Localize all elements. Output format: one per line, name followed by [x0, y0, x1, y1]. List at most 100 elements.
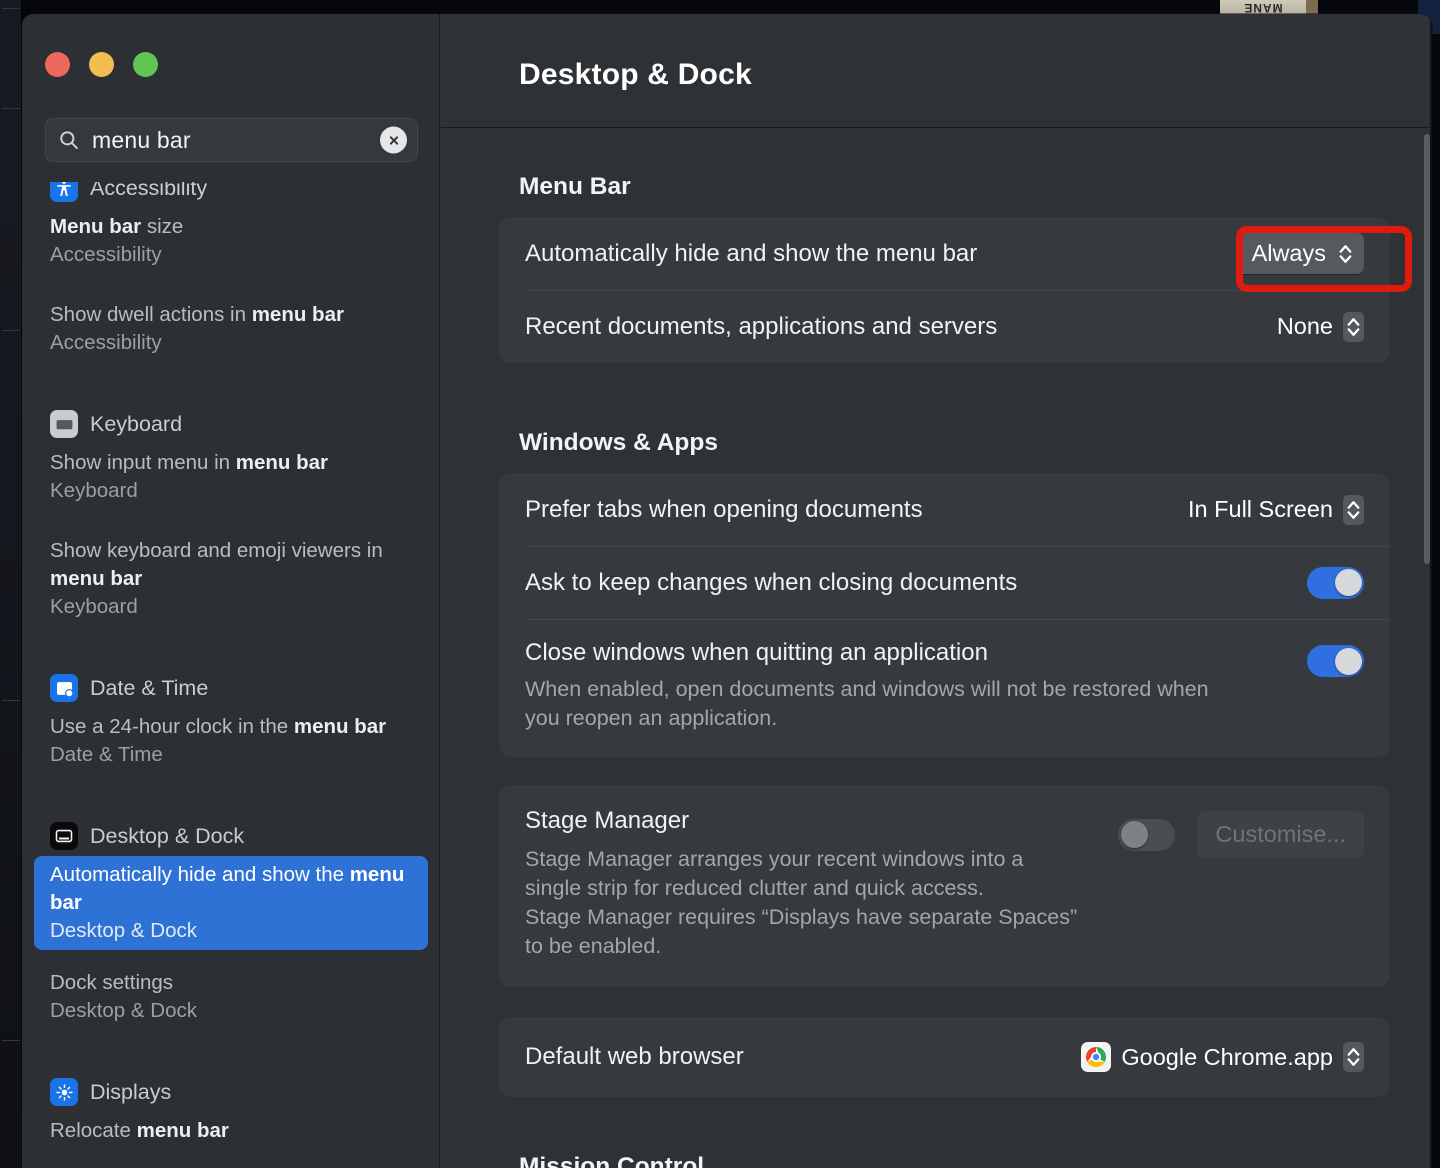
- result-group-header-date-time: Date & Time: [22, 668, 440, 708]
- row-default-web-browser[interactable]: Default web browser Google Chrome.app: [499, 1017, 1390, 1097]
- customise-button[interactable]: Customise...: [1197, 811, 1364, 858]
- result-group-label: Displays: [90, 1079, 172, 1104]
- content-pane: Desktop & Dock Menu Bar Automatically hi…: [441, 14, 1432, 1168]
- chevron-up-down-icon: [1347, 1048, 1360, 1066]
- row-label: Prefer tabs when opening documents: [525, 495, 923, 523]
- window-right-edge: [1430, 14, 1432, 1168]
- row-label: Ask to keep changes when closing documen…: [525, 568, 1018, 596]
- result-subtitle: Desktop & Dock: [50, 999, 197, 1022]
- popup-value: None: [1276, 313, 1333, 339]
- search-results-list[interactable]: Accessibility Menu bar size Accessibilit…: [22, 182, 440, 1168]
- background-window-left-edge: [0, 0, 22, 1168]
- content-scrollbar[interactable]: [1424, 134, 1430, 564]
- chevron-up-down-icon: [1347, 317, 1360, 336]
- result-group-header-accessibility: Accessibility: [22, 182, 440, 208]
- stepper-box[interactable]: [1343, 311, 1364, 342]
- stage-manager-label: Stage Manager: [525, 807, 690, 834]
- stepper-box[interactable]: [1343, 494, 1364, 525]
- stage-manager-description-line-3: Stage Manager requires “Displays have se…: [525, 905, 1078, 929]
- stage-manager-description-line-1: Stage Manager arranges your recent windo…: [525, 847, 1024, 871]
- result-subtitle: Accessibility: [50, 243, 162, 266]
- result-group-label: Date & Time: [90, 675, 209, 700]
- row-ask-keep-changes[interactable]: Ask to keep changes when closing documen…: [499, 546, 1390, 619]
- date-time-icon: [50, 674, 78, 702]
- content-header: Desktop & Dock: [441, 14, 1432, 128]
- sidebar-item-auto-hide-menu-bar[interactable]: Automatically hide and show the menu bar…: [34, 856, 428, 950]
- search-icon: [60, 131, 78, 150]
- zoom-button[interactable]: [133, 52, 158, 77]
- row-prefer-tabs[interactable]: Prefer tabs when opening documents In Fu…: [499, 473, 1390, 546]
- popup-value: In Full Screen: [1188, 496, 1333, 522]
- close-windows-toggle[interactable]: [1307, 645, 1364, 677]
- stage-manager-description-line-4: to be enabled.: [525, 934, 662, 958]
- clear-search-icon[interactable]: [380, 126, 407, 154]
- search-field[interactable]: menu bar: [45, 118, 418, 162]
- row-label: Recent documents, applications and serve…: [525, 312, 998, 340]
- chrome-icon: [1081, 1042, 1112, 1072]
- result-group-header-desktop-dock: Desktop & Dock: [22, 816, 440, 856]
- result-title: Automatically hide and show the menu bar: [50, 863, 405, 914]
- chevron-up-down-icon: [1339, 244, 1352, 263]
- result-group-header-keyboard: Keyboard: [22, 404, 440, 444]
- popup-value: Google Chrome.app: [1121, 1043, 1333, 1070]
- window-traffic-lights: [45, 52, 158, 77]
- page-title: Desktop & Dock: [519, 58, 752, 91]
- list-item[interactable]: Show dwell actions in menu bar Accessibi…: [34, 296, 428, 362]
- stage-manager-card: Stage Manager Stage Manager arranges you…: [499, 785, 1390, 987]
- result-group-label: Accessibility: [90, 182, 208, 200]
- list-item[interactable]: Use a 24-hour clock in the menu bar Date…: [34, 708, 428, 774]
- result-subtitle: Accessibility: [50, 331, 162, 354]
- result-title: Show keyboard and emoji viewers in menu …: [50, 539, 383, 590]
- settings-scroll-area[interactable]: Menu Bar Automatically hide and show the…: [441, 129, 1432, 1168]
- menu-bar-card: Automatically hide and show the menu bar…: [499, 217, 1390, 363]
- result-group-label: Desktop & Dock: [90, 823, 245, 848]
- search-input[interactable]: menu bar: [92, 127, 191, 154]
- row-label: Automatically hide and show the menu bar: [525, 239, 978, 267]
- result-title: Show input menu in menu bar: [50, 451, 329, 474]
- list-item[interactable]: Show input menu in menu bar Keyboard: [34, 444, 428, 510]
- result-title: Use a 24-hour clock in the menu bar: [50, 715, 387, 738]
- sidebar-item-dock-settings[interactable]: Dock settings Desktop & Dock: [34, 964, 428, 1030]
- displays-icon: [50, 1078, 78, 1106]
- result-subtitle: Date & Time: [50, 743, 163, 766]
- keyboard-icon: [50, 410, 78, 438]
- prefer-tabs-popup-button[interactable]: In Full Screen: [1188, 494, 1364, 525]
- windows-apps-card: Prefer tabs when opening documents In Fu…: [499, 473, 1390, 757]
- minimise-button[interactable]: [89, 52, 114, 77]
- stepper-box[interactable]: [1343, 1042, 1364, 1072]
- row-auto-hide-menu-bar[interactable]: Automatically hide and show the menu bar…: [499, 217, 1390, 290]
- system-settings-window: menu bar Accessibility Menu bar size Acc…: [22, 14, 1432, 1168]
- search-field-wrapper[interactable]: menu bar: [45, 118, 418, 162]
- close-button[interactable]: [45, 52, 70, 77]
- stage-manager-toggle[interactable]: [1118, 818, 1176, 851]
- result-group-label: Keyboard: [90, 411, 183, 436]
- accessibility-icon: [50, 182, 78, 202]
- chevron-up-down-icon: [1347, 500, 1360, 519]
- row-description: When enabled, open documents and windows…: [525, 677, 1209, 730]
- list-item[interactable]: Menu bar size Accessibility: [34, 208, 428, 274]
- result-group-header-displays: Displays: [22, 1072, 440, 1112]
- result-title: Show dwell actions in menu bar: [50, 303, 344, 326]
- row-label: Close windows when quitting an applicati…: [525, 639, 988, 666]
- result-subtitle: Keyboard: [50, 595, 138, 618]
- row-label: Default web browser: [525, 1043, 744, 1070]
- auto-hide-popup-button[interactable]: Always: [1235, 233, 1364, 274]
- result-subtitle: Desktop & Dock: [50, 919, 197, 942]
- result-title: Dock settings: [50, 971, 174, 994]
- default-browser-popup-button[interactable]: Google Chrome.app: [1081, 1042, 1364, 1072]
- row-close-windows-quitting[interactable]: Close windows when quitting an applicati…: [499, 619, 1390, 757]
- sidebar-item-relocate-menu-bar[interactable]: Relocate menu bar: [34, 1112, 428, 1150]
- section-heading-menu-bar: Menu Bar: [519, 173, 631, 200]
- result-title: Relocate menu bar: [50, 1119, 229, 1142]
- result-subtitle: Keyboard: [50, 479, 138, 502]
- recent-documents-popup-button[interactable]: None: [1276, 311, 1364, 342]
- row-recent-documents[interactable]: Recent documents, applications and serve…: [499, 290, 1390, 363]
- section-heading-mission-control: Mission Control: [519, 1153, 705, 1168]
- desktop-dock-icon: [50, 822, 78, 850]
- default-browser-card: Default web browser Google Chrome.app: [499, 1017, 1390, 1097]
- result-title: Menu bar size: [50, 215, 184, 238]
- ask-keep-changes-toggle[interactable]: [1307, 566, 1364, 599]
- popup-value: Always: [1251, 240, 1326, 266]
- list-item[interactable]: Show keyboard and emoji viewers in menu …: [34, 532, 428, 626]
- stage-manager-description-line-2: single strip for reduced clutter and qui…: [525, 876, 984, 900]
